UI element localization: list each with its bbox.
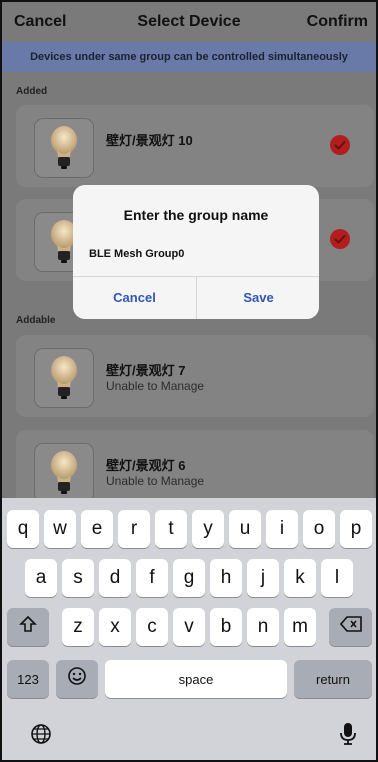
key-a[interactable]: a xyxy=(25,559,57,597)
globe-icon[interactable] xyxy=(30,723,52,750)
section-added-label: Added xyxy=(16,86,48,97)
device-name: 壁灯/景观灯 6 xyxy=(106,458,186,473)
device-card[interactable]: 壁灯/景观灯 10 xyxy=(16,105,374,187)
shift-icon xyxy=(19,615,37,639)
key-x[interactable]: x xyxy=(99,608,131,646)
selected-check-icon[interactable] xyxy=(330,135,350,155)
key-b[interactable]: b xyxy=(210,608,242,646)
key-j[interactable]: j xyxy=(247,559,279,597)
info-banner: Devices under same group can be controll… xyxy=(2,42,376,72)
device-status: Unable to Manage xyxy=(106,379,205,393)
confirm-button[interactable]: Confirm xyxy=(307,13,368,31)
dialog-save-button[interactable]: Save xyxy=(197,276,319,319)
space-key[interactable]: space xyxy=(105,660,287,698)
key-t[interactable]: t xyxy=(155,510,187,548)
shift-key[interactable] xyxy=(7,608,49,646)
device-name: 壁灯/景观灯 7 xyxy=(106,363,186,378)
key-c[interactable]: c xyxy=(136,608,168,646)
microphone-icon[interactable] xyxy=(339,722,357,751)
key-o[interactable]: o xyxy=(303,510,335,548)
on-screen-keyboard: q w e r t y u i o p a s d f g h j k l z … xyxy=(2,498,376,760)
backspace-icon xyxy=(339,616,362,638)
key-g[interactable]: g xyxy=(173,559,205,597)
device-status: Unable to Manage xyxy=(106,474,205,488)
dialog-title: Enter the group name xyxy=(123,207,269,223)
group-name-dialog: Enter the group name Cancel Save xyxy=(73,185,319,319)
key-d[interactable]: d xyxy=(99,559,131,597)
key-y[interactable]: y xyxy=(192,510,224,548)
device-card[interactable]: 壁灯/景观灯 7 Unable to Manage xyxy=(16,335,374,417)
key-s[interactable]: s xyxy=(62,559,94,597)
return-key[interactable]: return xyxy=(294,660,372,698)
key-r[interactable]: r xyxy=(118,510,150,548)
key-n[interactable]: n xyxy=(247,608,279,646)
key-p[interactable]: p xyxy=(340,510,372,548)
key-m[interactable]: m xyxy=(284,608,316,646)
emoji-key[interactable] xyxy=(56,660,98,698)
screen: Cancel Select Device Confirm Devices und… xyxy=(0,0,378,762)
numbers-key[interactable]: 123 xyxy=(7,660,49,698)
key-z[interactable]: z xyxy=(62,608,94,646)
device-name: 壁灯/景观灯 10 xyxy=(106,133,193,148)
key-w[interactable]: w xyxy=(44,510,76,548)
cancel-button[interactable]: Cancel xyxy=(14,13,66,31)
key-e[interactable]: e xyxy=(81,510,113,548)
key-v[interactable]: v xyxy=(173,608,205,646)
top-bar: Cancel Select Device Confirm xyxy=(2,2,376,42)
key-f[interactable]: f xyxy=(136,559,168,597)
group-name-input[interactable] xyxy=(89,243,303,265)
backspace-key[interactable] xyxy=(329,608,372,646)
key-q[interactable]: q xyxy=(7,510,39,548)
key-u[interactable]: u xyxy=(229,510,261,548)
selected-check-icon[interactable] xyxy=(330,229,350,249)
bulb-icon xyxy=(34,348,94,408)
emoji-icon xyxy=(67,666,87,692)
key-k[interactable]: k xyxy=(284,559,316,597)
bulb-icon xyxy=(34,118,94,178)
bulb-icon xyxy=(34,443,94,503)
section-addable-label: Addable xyxy=(16,315,56,326)
dialog-cancel-button[interactable]: Cancel xyxy=(73,276,196,319)
key-l[interactable]: l xyxy=(321,559,353,597)
key-i[interactable]: i xyxy=(266,510,298,548)
key-h[interactable]: h xyxy=(210,559,242,597)
